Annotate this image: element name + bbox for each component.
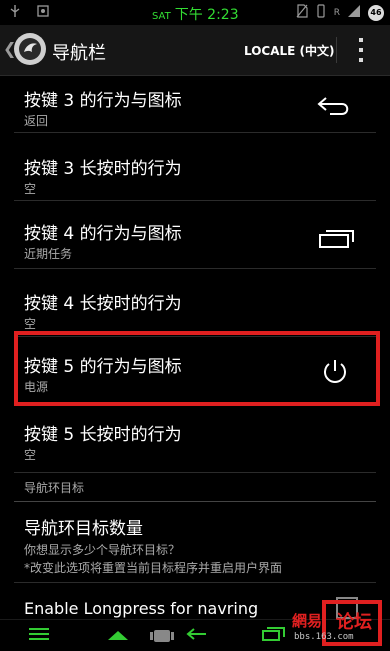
back-icon[interactable] xyxy=(186,626,212,648)
pref-title: 按键 4 长按时的行为 xyxy=(24,294,182,314)
page-title: 导航栏 xyxy=(52,43,106,64)
status-clock: SAT 下午 2:23 xyxy=(152,4,239,24)
pref-title: 按键 3 长按时的行为 xyxy=(24,159,182,179)
section-title: 导航环目标 xyxy=(24,481,85,495)
status-right-icons: R 46 xyxy=(296,3,384,22)
no-sim-icon xyxy=(296,3,308,22)
pref-summary-line1: 你想显示多少个导航环目标？ xyxy=(24,543,181,557)
watermark-text: 網易 xyxy=(292,612,323,630)
locale-button[interactable]: LOCALE (中文) xyxy=(244,42,335,59)
signal-icon xyxy=(347,3,361,22)
usb-icon xyxy=(8,4,22,22)
pref-title: Enable Longpress for navring xyxy=(24,599,259,618)
pref-key3-action[interactable]: 按键 3 的行为与图标 返回 xyxy=(14,76,376,133)
signal-roaming-label: R xyxy=(333,7,340,18)
status-left-icons xyxy=(8,4,50,22)
overflow-menu-icon[interactable] xyxy=(355,38,367,62)
pref-summary: 空 xyxy=(24,448,37,462)
pref-key4-longpress[interactable]: 按键 4 长按时的行为 空 xyxy=(14,269,376,337)
action-bar: ❮ 导航栏 LOCALE (中文) xyxy=(0,25,390,76)
action-divider xyxy=(336,37,337,63)
back-arrow-icon xyxy=(316,94,352,122)
pref-summary: 空 xyxy=(24,317,37,331)
pref-title: 按键 5 长按时的行为 xyxy=(24,425,182,445)
pref-summary-line2: *改变此选项将重置当前目标程序并重启用户界面 xyxy=(24,561,283,575)
pref-summary: 空 xyxy=(24,182,37,196)
pref-navring-count[interactable]: 导航环目标数量 你想显示多少个导航环目标？ *改变此选项将重置当前目标程序并重启… xyxy=(14,502,376,583)
rotate-icon xyxy=(315,3,327,22)
pref-key4-action[interactable]: 按键 4 的行为与图标 近期任务 xyxy=(14,201,376,269)
watermark-url: bbs.163.com xyxy=(294,632,354,642)
section-header-navring: 导航环目标 xyxy=(14,473,376,502)
status-bar: SAT 下午 2:23 R 46 xyxy=(0,0,390,25)
status-time: 下午 2:23 xyxy=(174,7,239,23)
highlight-box xyxy=(14,331,380,406)
menu-icon[interactable] xyxy=(28,626,50,646)
android-icon[interactable] xyxy=(148,626,176,650)
app-logo-icon[interactable] xyxy=(14,33,46,65)
watermark-text-forum: 论坛 xyxy=(336,612,372,633)
pref-summary: 近期任务 xyxy=(24,247,73,261)
pref-title: 按键 3 的行为与图标 xyxy=(24,91,182,111)
pref-summary: 返回 xyxy=(24,114,49,128)
pref-key3-longpress[interactable]: 按键 3 长按时的行为 空 xyxy=(14,133,376,201)
home-icon[interactable] xyxy=(106,626,130,648)
recent-apps-icon xyxy=(318,227,356,253)
pref-key5-longpress[interactable]: 按键 5 长按时的行为 空 xyxy=(14,405,376,473)
recent-apps-nav-icon[interactable] xyxy=(262,626,286,646)
notification-icon xyxy=(36,4,50,22)
status-day: SAT xyxy=(152,11,171,22)
battery-icon: 46 xyxy=(368,4,384,21)
pref-title: 导航环目标数量 xyxy=(24,519,143,539)
pref-title: 按键 4 的行为与图标 xyxy=(24,224,182,244)
